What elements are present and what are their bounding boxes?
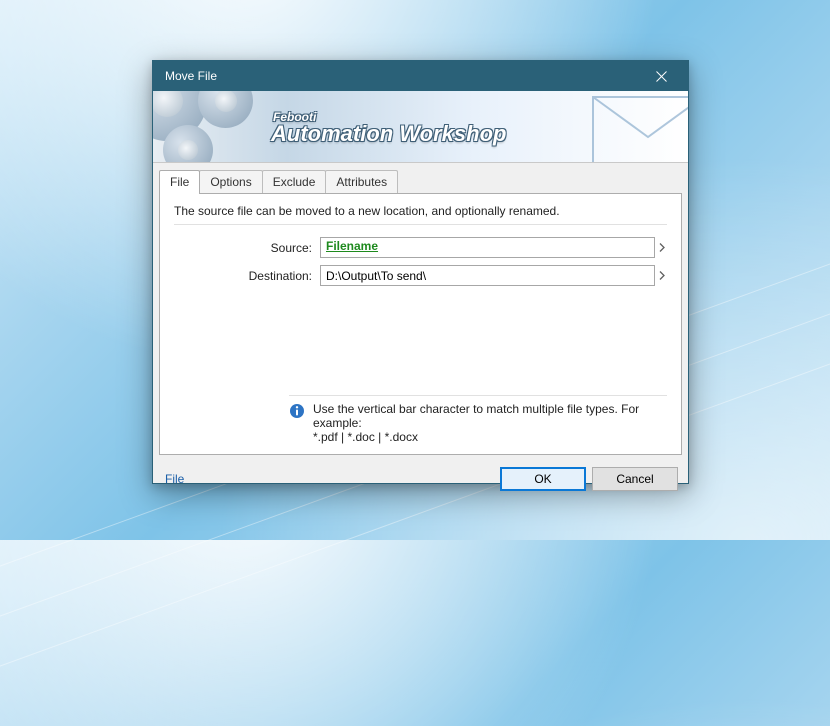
hint-line1: Use the vertical bar character to match … (313, 402, 667, 430)
source-label: Source: (174, 241, 320, 255)
destination-picker-button[interactable] (657, 265, 667, 286)
tabstrip: File Options Exclude Attributes (153, 163, 688, 193)
chevron-right-icon (659, 271, 665, 280)
destination-label: Destination: (174, 269, 320, 283)
info-icon (289, 403, 305, 419)
source-input[interactable]: Filename (320, 237, 655, 258)
source-picker-button[interactable] (657, 237, 667, 258)
row-destination: Destination: (174, 265, 667, 286)
hint-text: Use the vertical bar character to match … (313, 402, 667, 444)
hint-line2: *.pdf | *.doc | *.docx (313, 430, 667, 444)
envelope-icon (588, 91, 688, 163)
banner-text: Febooti Automation Workshop (271, 111, 506, 145)
ok-button[interactable]: OK (500, 467, 586, 491)
tab-exclude[interactable]: Exclude (262, 170, 327, 193)
banner-brand-big: Automation Workshop (271, 123, 506, 145)
dialog-footer: File OK Cancel (153, 461, 688, 501)
close-button[interactable] (640, 64, 682, 88)
destination-input[interactable] (320, 265, 655, 286)
cancel-button[interactable]: Cancel (592, 467, 678, 491)
move-file-dialog: Move File Febooti Automation Workshop Fi… (152, 60, 689, 484)
tab-attributes[interactable]: Attributes (325, 170, 398, 193)
banner: Febooti Automation Workshop (153, 91, 688, 163)
close-icon (656, 71, 667, 82)
window-title: Move File (165, 69, 640, 83)
row-source: Source: Filename (174, 237, 667, 258)
gear-icon (163, 125, 213, 163)
chevron-right-icon (659, 243, 665, 252)
hint-area: Use the vertical bar character to match … (174, 395, 667, 444)
tab-file[interactable]: File (159, 170, 200, 194)
footer-link-file[interactable]: File (165, 472, 184, 486)
panel-description: The source file can be moved to a new lo… (174, 204, 667, 225)
tab-options[interactable]: Options (199, 170, 262, 193)
titlebar[interactable]: Move File (153, 61, 688, 91)
gear-icon (198, 91, 253, 128)
tab-panel-file: The source file can be moved to a new lo… (159, 193, 682, 455)
